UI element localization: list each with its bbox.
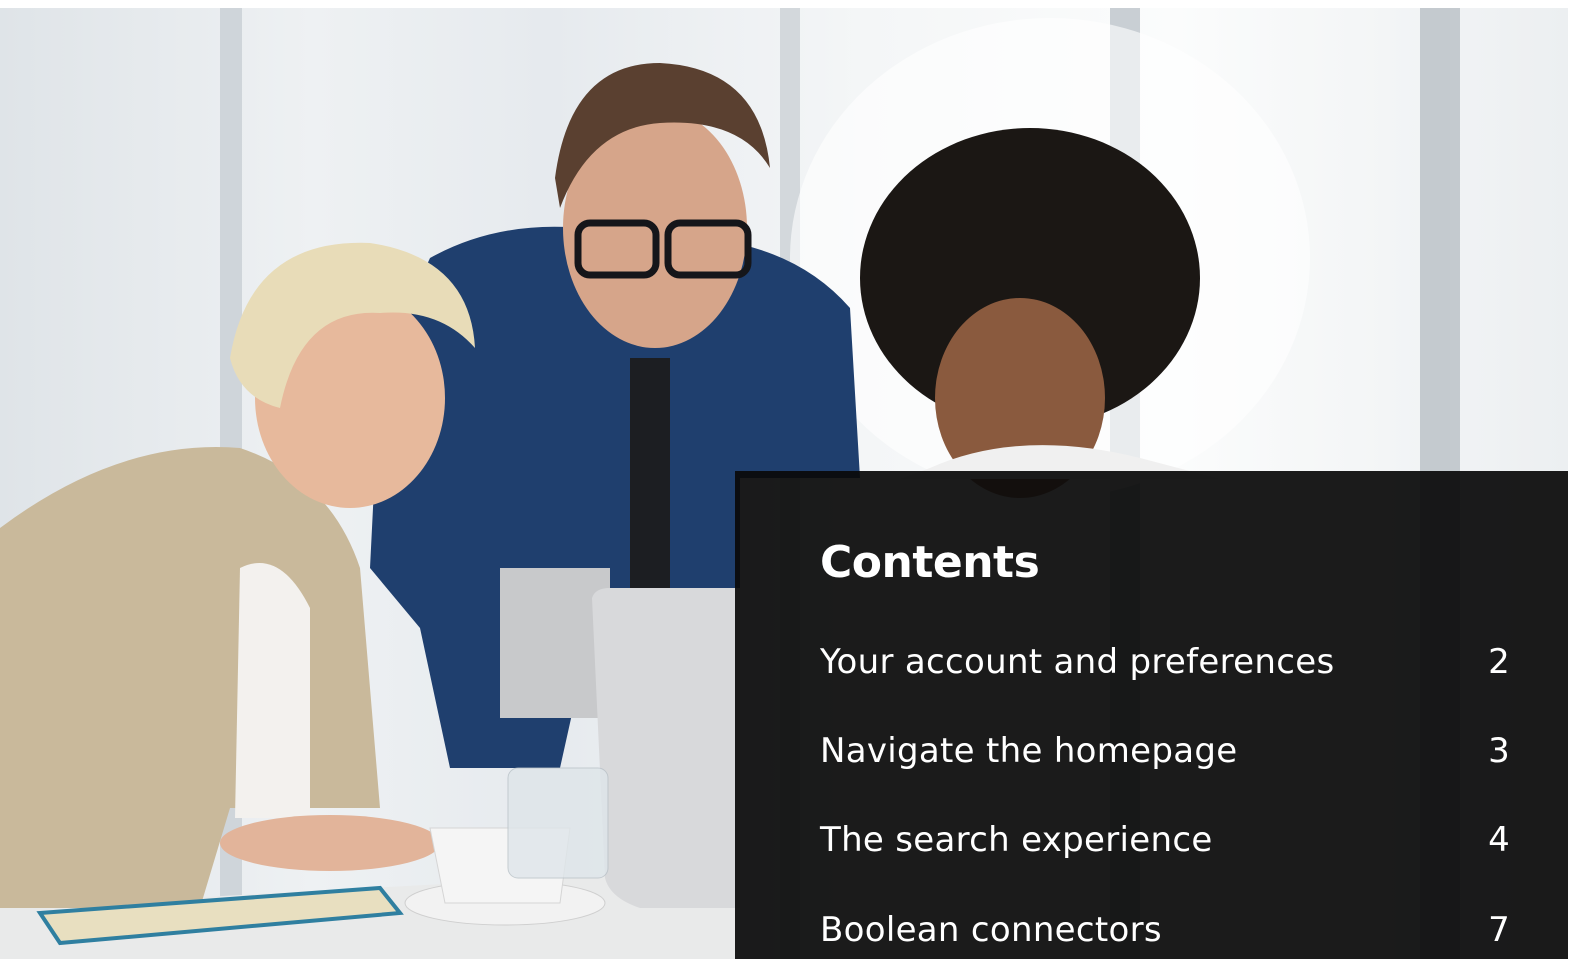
hand — [220, 815, 440, 871]
toc-item-search[interactable]: The search experience 4 — [820, 818, 1510, 862]
toc-item-label: Boolean connectors — [820, 910, 1162, 950]
tie — [630, 358, 670, 588]
toc-item-page: 3 — [1488, 731, 1510, 771]
toc-item-homepage[interactable]: Navigate the homepage 3 — [820, 729, 1510, 773]
toc-item-boolean[interactable]: Boolean connectors 7 — [820, 908, 1510, 952]
toc-item-label: The search experience — [820, 820, 1213, 860]
toc-item-label: Your account and preferences — [820, 642, 1335, 682]
contents-panel: Contents Your account and preferences 2 … — [735, 471, 1568, 959]
toc-item-account[interactable]: Your account and preferences 2 — [820, 640, 1510, 684]
toc-item-page: 7 — [1488, 910, 1510, 950]
toc-item-page: 2 — [1488, 642, 1510, 682]
laptop — [592, 588, 740, 908]
toc-item-page: 4 — [1488, 820, 1510, 860]
contents-heading: Contents — [820, 537, 1040, 588]
water-glass — [507, 767, 609, 879]
blouse — [235, 563, 310, 818]
trousers — [500, 568, 610, 718]
toc-item-label: Navigate the homepage — [820, 731, 1238, 771]
